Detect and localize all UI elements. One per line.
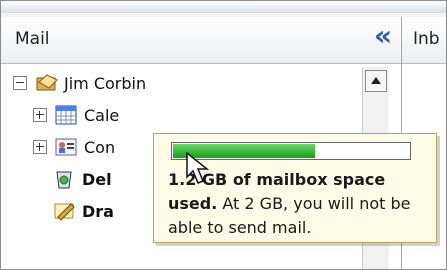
tree-item-deleted-items[interactable]: Del [53,165,112,193]
mouse-cursor-icon [186,151,210,184]
open-folder-icon [35,72,59,94]
contacts-icon [55,136,79,158]
window-top-strip [1,1,446,13]
collapse-expander-icon[interactable] [13,76,27,90]
expand-expander-icon[interactable] [33,140,47,154]
mail-pane-title: Mail [15,29,50,49]
expand-expander-icon[interactable] [33,108,47,122]
tree-item-label: Del [82,169,112,189]
mailbox-quota-tooltip: 1.2 GB of mailbox space used. At 2 GB, y… [153,133,437,243]
deleted-items-icon [53,168,77,190]
tree-item-contacts[interactable]: Con [33,133,115,161]
inbox-pane-header: Inb [402,17,446,64]
outlook-window: Mail « Jim Corbin Cale Con Del Dra Inb 1… [0,0,447,270]
tree-item-label: Con [84,137,116,157]
tree-item-jim-corbin[interactable]: Jim Corbin [13,69,146,97]
calendar-icon [55,104,79,126]
mail-pane-header: Mail « [1,17,401,64]
scroll-up-button[interactable] [365,70,387,92]
double-chevron-left-icon: « [373,19,393,52]
tree-item-calendar[interactable]: Cale [33,101,119,129]
tree-item-label: Jim Corbin [64,73,147,93]
drafts-icon [53,200,77,222]
inbox-pane-title: Inb [413,29,440,49]
collapse-pane-button[interactable]: « [371,21,395,51]
tree-item-label: Dra [82,201,114,221]
tree-item-drafts[interactable]: Dra [53,197,114,225]
tree-item-label: Cale [84,105,120,125]
